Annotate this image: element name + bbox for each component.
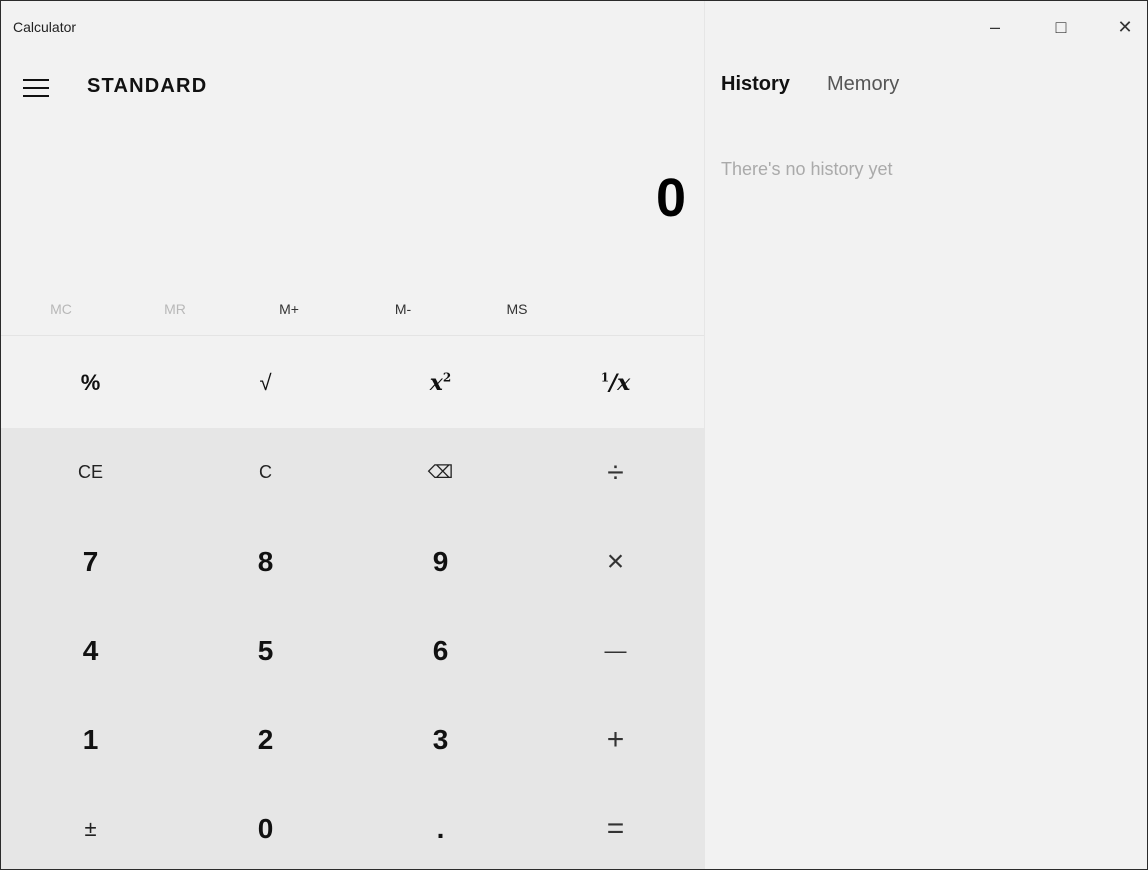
memory-store-button[interactable]: MS [487,301,547,323]
tab-history[interactable]: History [721,73,790,96]
digit-5-button[interactable]: 5 [178,606,353,695]
reciprocal-button[interactable]: 1/x [528,338,703,427]
maximize-icon: □ [1055,16,1067,37]
backspace-button[interactable]: ⌫ [353,428,528,517]
app-title: Calculator [13,19,77,35]
minimize-button[interactable]: – [973,7,1017,47]
reciprocal-label: 1/x [601,370,631,396]
digit-0-button[interactable]: 0 [178,784,353,869]
digit-3-button[interactable]: 3 [353,695,528,784]
mode-title: STANDARD [87,75,208,97]
digit-4-button[interactable]: 4 [3,606,178,695]
add-button[interactable]: + [528,695,703,784]
memory-add-button[interactable]: M+ [259,301,319,323]
digit-7-button[interactable]: 7 [3,517,178,606]
memory-recall-button[interactable]: MR [145,301,205,323]
percent-label: % [80,369,101,395]
minimize-icon: – [989,16,1000,37]
window-controls: – □ ✕ [705,1,1147,57]
subtract-button[interactable]: — [528,606,703,695]
digit-1-button[interactable]: 1 [3,695,178,784]
maximize-button[interactable]: □ [1039,7,1083,47]
percent-button[interactable]: % [3,338,178,427]
square-root-label: √ [259,369,272,395]
square-exponent: 2 [442,370,452,385]
backspace-icon: ⌫ [427,462,454,482]
digit-6-button[interactable]: 6 [353,606,528,695]
keypad: CE C ⌫ ÷ 7 8 9 × 4 5 6 — 1 2 3 + ± 0 . = [1,428,704,869]
clear-button[interactable]: C [178,428,353,517]
square-base: x [429,369,443,396]
square-root-button[interactable]: √ [178,338,353,427]
divide-button[interactable]: ÷ [528,428,703,517]
equals-button[interactable]: = [528,784,703,869]
reciprocal-numerator: 1 [600,370,610,385]
digit-2-button[interactable]: 2 [178,695,353,784]
memory-clear-button[interactable]: MC [31,301,91,323]
reciprocal-denominator: /x [609,369,631,396]
square-label: x2 [430,370,451,396]
close-icon: ✕ [1117,16,1133,37]
history-empty-message: There's no history yet [721,159,893,179]
result-display: 0 [655,168,686,228]
square-button[interactable]: x2 [353,338,528,427]
negate-button[interactable]: ± [3,784,178,869]
history-pane: – □ ✕ History Memory There's no history … [705,1,1147,869]
memory-row: MC MR M+ M- MS [1,289,704,336]
hamburger-menu-icon[interactable] [23,77,51,99]
digit-9-button[interactable]: 9 [353,517,528,606]
memory-subtract-button[interactable]: M- [373,301,433,323]
calculator-pane: Calculator STANDARD 0 MC MR M+ M- MS % √… [1,1,705,869]
function-row: % √ x2 1/x [1,338,704,428]
calculator-window: Calculator STANDARD 0 MC MR M+ M- MS % √… [0,0,1148,870]
clear-entry-button[interactable]: CE [3,428,178,517]
tab-memory[interactable]: Memory [827,73,899,96]
close-button[interactable]: ✕ [1103,7,1147,47]
multiply-button[interactable]: × [528,517,703,606]
digit-8-button[interactable]: 8 [178,517,353,606]
decimal-button[interactable]: . [353,784,528,869]
